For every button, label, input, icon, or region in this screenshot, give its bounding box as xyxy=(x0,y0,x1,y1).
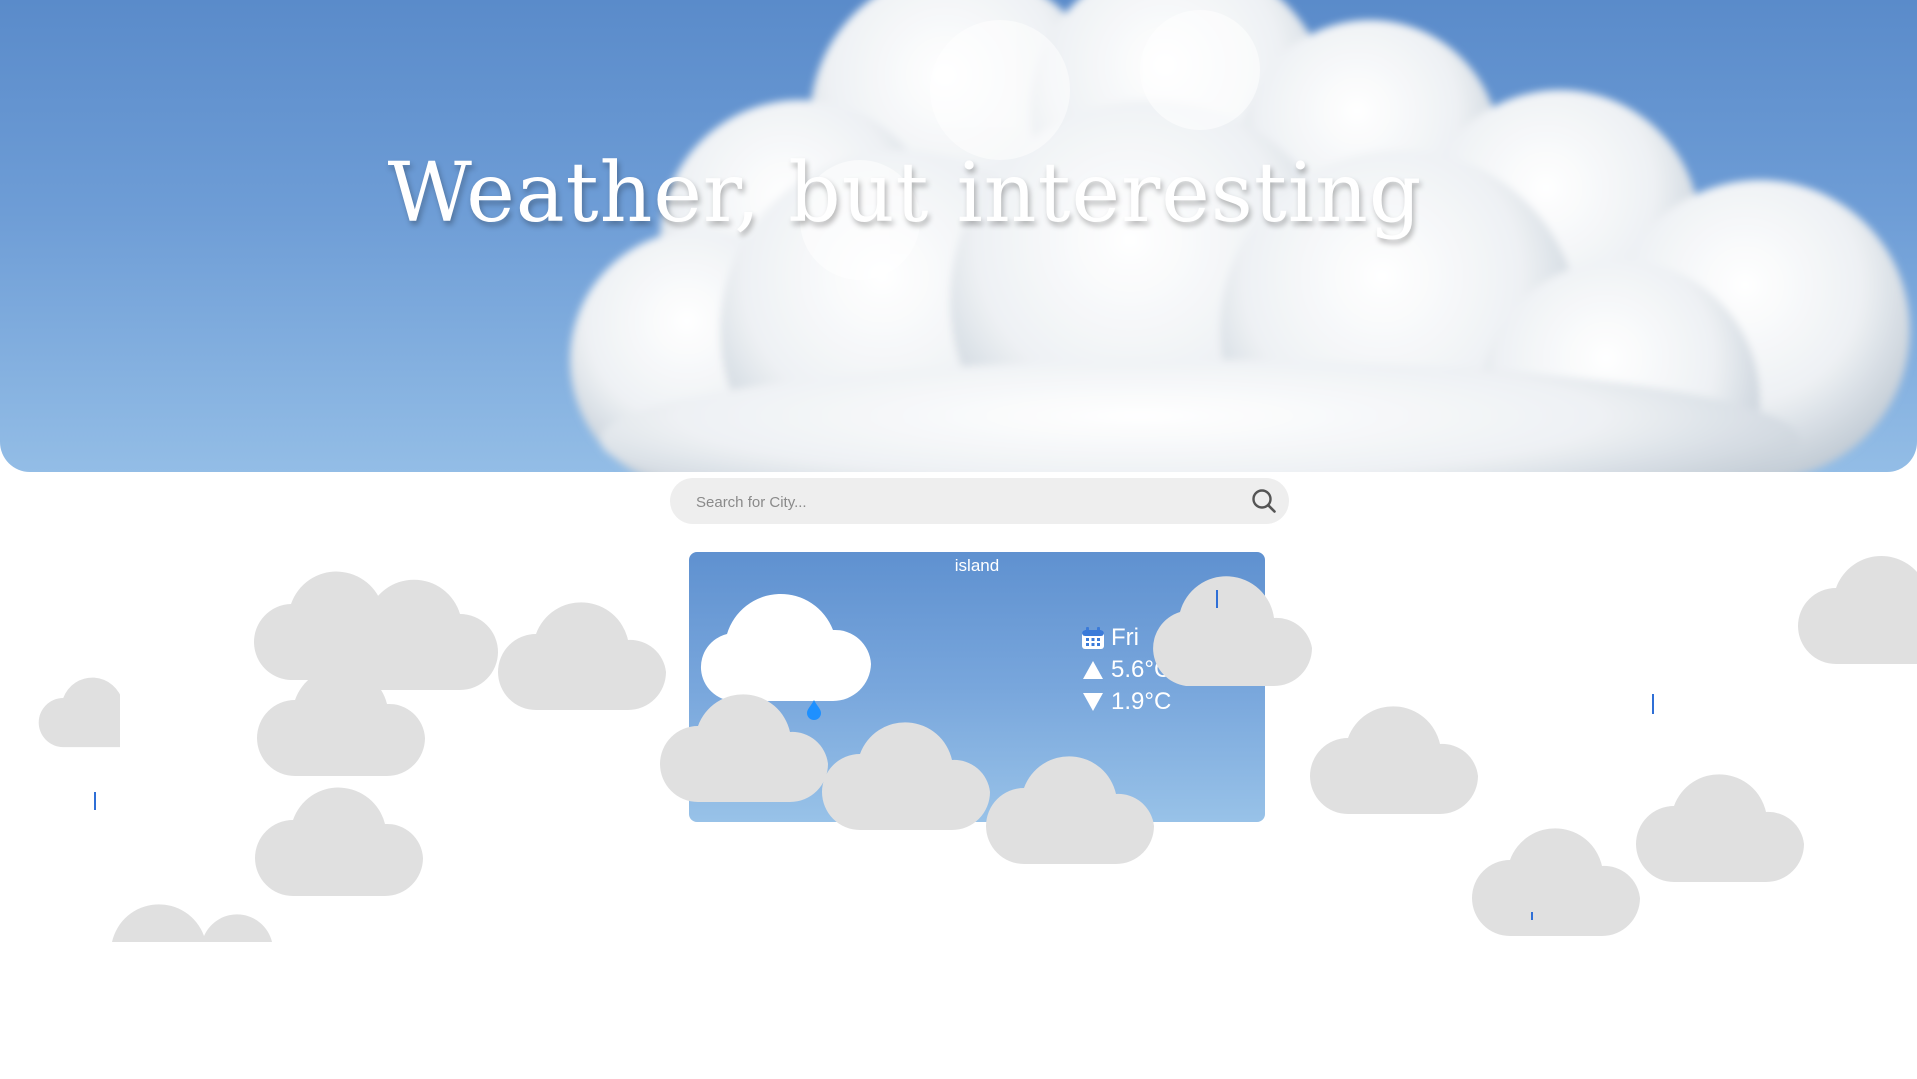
triangle-down-icon xyxy=(1081,690,1105,714)
cloud-decoration xyxy=(1636,764,1822,882)
cloud-decoration xyxy=(0,650,120,768)
cloud-decoration xyxy=(498,594,684,710)
cloud-decoration xyxy=(1798,552,1917,664)
raindrop-decoration xyxy=(94,792,96,810)
hero-banner: Weather, but interesting xyxy=(0,0,1917,472)
page-title: Weather, but interesting xyxy=(387,146,1423,241)
temp-high-row: 5.6°C xyxy=(1081,654,1171,686)
cloud-decoration xyxy=(253,550,439,680)
forecast-day-row: Fri xyxy=(1081,622,1171,654)
search-bar xyxy=(670,478,1289,526)
card-city-name: island xyxy=(954,556,1000,575)
triangle-up-icon xyxy=(1081,658,1105,682)
weather-card[interactable]: island Fri 5.6°C 1.9°C xyxy=(689,552,1265,822)
cloud-decoration xyxy=(257,656,443,776)
page: Weather, but interesting Search for City… xyxy=(0,0,1917,1079)
temp-low-row: 1.9°C xyxy=(1081,686,1171,718)
temp-high: 5.6°C xyxy=(1111,656,1172,683)
calendar-icon xyxy=(1081,626,1105,650)
forecast-day: Fri xyxy=(1111,624,1139,651)
forecast-summary: Fri 5.6°C 1.9°C xyxy=(1081,622,1171,718)
temp-low: 1.9°C xyxy=(1111,688,1172,715)
raindrop-decoration xyxy=(1652,694,1654,714)
cloud-decoration xyxy=(255,776,441,896)
search-icon[interactable] xyxy=(1249,486,1279,516)
search-input[interactable] xyxy=(694,478,1218,526)
raindrop-decoration xyxy=(1531,912,1533,920)
cloud-decoration xyxy=(1310,696,1496,814)
cloud-decoration xyxy=(98,876,284,942)
cloud-decoration xyxy=(330,570,516,690)
raindrop-icon xyxy=(805,700,823,725)
cloud-decoration xyxy=(1472,818,1658,936)
cloud-icon xyxy=(699,579,885,708)
